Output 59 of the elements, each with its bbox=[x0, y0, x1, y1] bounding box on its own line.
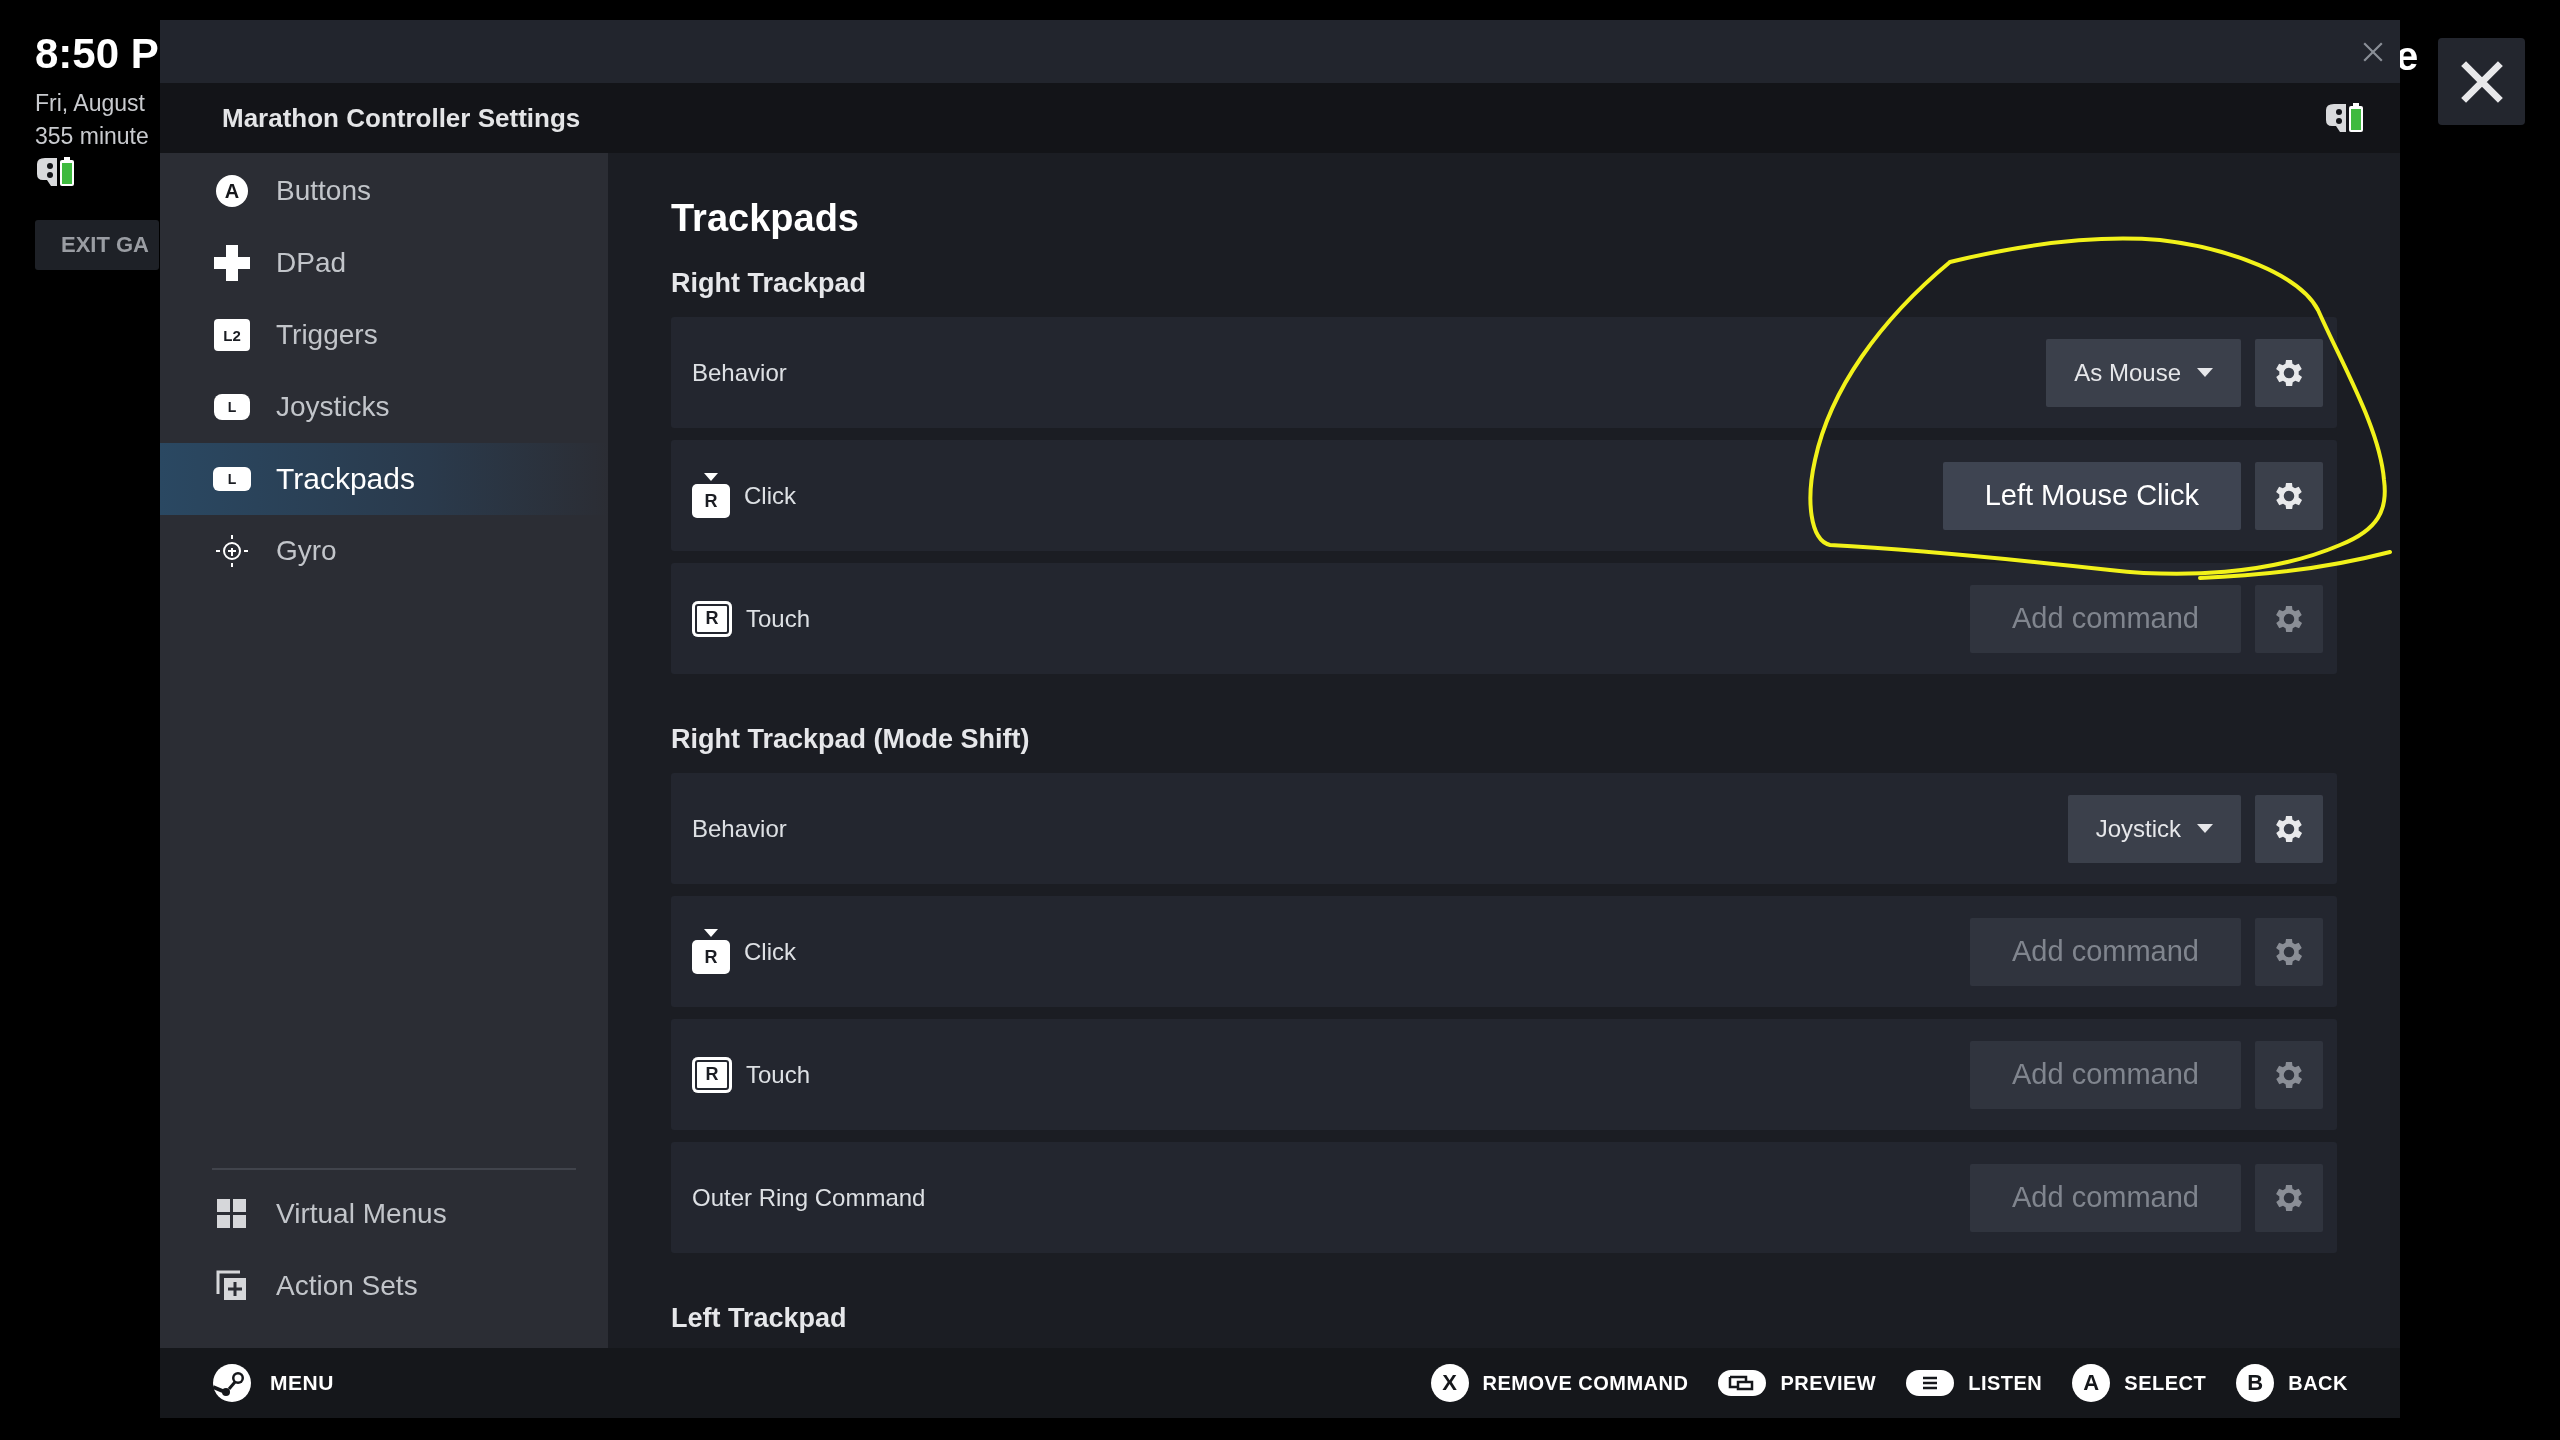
settings-button[interactable] bbox=[2255, 1040, 2323, 1109]
controller-button-icon: A bbox=[2072, 1364, 2111, 1402]
settings-button[interactable] bbox=[2255, 338, 2323, 407]
sidebar-item[interactable]: Virtual Menus bbox=[160, 1178, 608, 1250]
trigger-icon: L2 bbox=[214, 319, 250, 351]
settings-button[interactable] bbox=[2255, 461, 2323, 530]
setting-label: Outer Ring Command bbox=[692, 1183, 926, 1212]
battery-time-text: 355 minute bbox=[35, 123, 150, 150]
trackpad-icon: L bbox=[213, 467, 251, 491]
menu-hint: MENU bbox=[270, 1371, 334, 1395]
button-hint: BACK bbox=[2288, 1371, 2348, 1395]
window-title: Marathon Controller Settings bbox=[222, 102, 581, 134]
setting-label: Behavior bbox=[692, 358, 787, 387]
sidebar-item[interactable]: Gyro bbox=[160, 515, 608, 587]
date-text: Fri, August bbox=[35, 90, 146, 117]
caret-icon bbox=[2197, 823, 2213, 834]
page-title: Trackpads bbox=[671, 197, 860, 240]
view-button-icon bbox=[1718, 1370, 1767, 1396]
command-button[interactable]: Left Mouse Click bbox=[1942, 461, 2241, 530]
joystick-icon: L bbox=[214, 394, 250, 420]
menu-button-icon bbox=[1906, 1370, 1955, 1396]
behavior-dropdown[interactable]: Joystick bbox=[2067, 794, 2241, 863]
settings-button[interactable] bbox=[2255, 794, 2323, 863]
setting-label: Behavior bbox=[692, 814, 787, 843]
caret-icon bbox=[2197, 367, 2213, 378]
button-hint: SELECT bbox=[2124, 1371, 2207, 1395]
steam-logo-icon bbox=[212, 1363, 252, 1403]
settings-button[interactable] bbox=[2255, 917, 2323, 986]
setting-label: Touch bbox=[746, 1060, 811, 1089]
setting-label: Touch bbox=[746, 604, 811, 633]
setting-label: Click bbox=[744, 937, 796, 966]
button-hint: LISTEN bbox=[1968, 1371, 2043, 1395]
close-icon bbox=[2362, 40, 2384, 63]
gyro-icon bbox=[215, 534, 249, 568]
close-button[interactable] bbox=[2438, 38, 2525, 125]
sidebar-item[interactable]: DPad bbox=[160, 227, 608, 299]
pad-touch-icon: R bbox=[692, 1056, 732, 1093]
pad-touch-icon: R bbox=[692, 600, 732, 637]
sidebar-item[interactable]: Action Sets bbox=[160, 1250, 608, 1322]
section-title: Left Trackpad bbox=[671, 1303, 848, 1334]
setting-label: Click bbox=[744, 481, 796, 510]
button-hint: REMOVE COMMAND bbox=[1482, 1371, 1689, 1395]
grid-icon bbox=[216, 1198, 248, 1230]
settings-button[interactable] bbox=[2255, 584, 2323, 653]
layers-icon bbox=[216, 1270, 248, 1302]
exit-game-button[interactable]: EXIT GA bbox=[35, 220, 159, 270]
sidebar-item[interactable]: A Buttons bbox=[160, 155, 608, 227]
a-button-icon: A bbox=[216, 175, 248, 207]
sidebar-item[interactable]: L2 Triggers bbox=[160, 299, 608, 371]
controller-button-icon: X bbox=[1430, 1364, 1469, 1402]
behavior-dropdown[interactable]: As Mouse bbox=[2046, 338, 2241, 407]
settings-button[interactable] bbox=[2255, 1163, 2323, 1232]
dpad-icon bbox=[214, 245, 250, 281]
section-title: Right Trackpad bbox=[671, 268, 868, 299]
button-hint: PREVIEW bbox=[1780, 1371, 1877, 1395]
sidebar-item[interactable]: L Joysticks bbox=[160, 371, 608, 443]
clock-time: 8:50 P bbox=[35, 30, 160, 78]
controller-button-icon: B bbox=[2236, 1364, 2275, 1402]
section-title: Right Trackpad (Mode Shift) bbox=[671, 724, 1031, 755]
